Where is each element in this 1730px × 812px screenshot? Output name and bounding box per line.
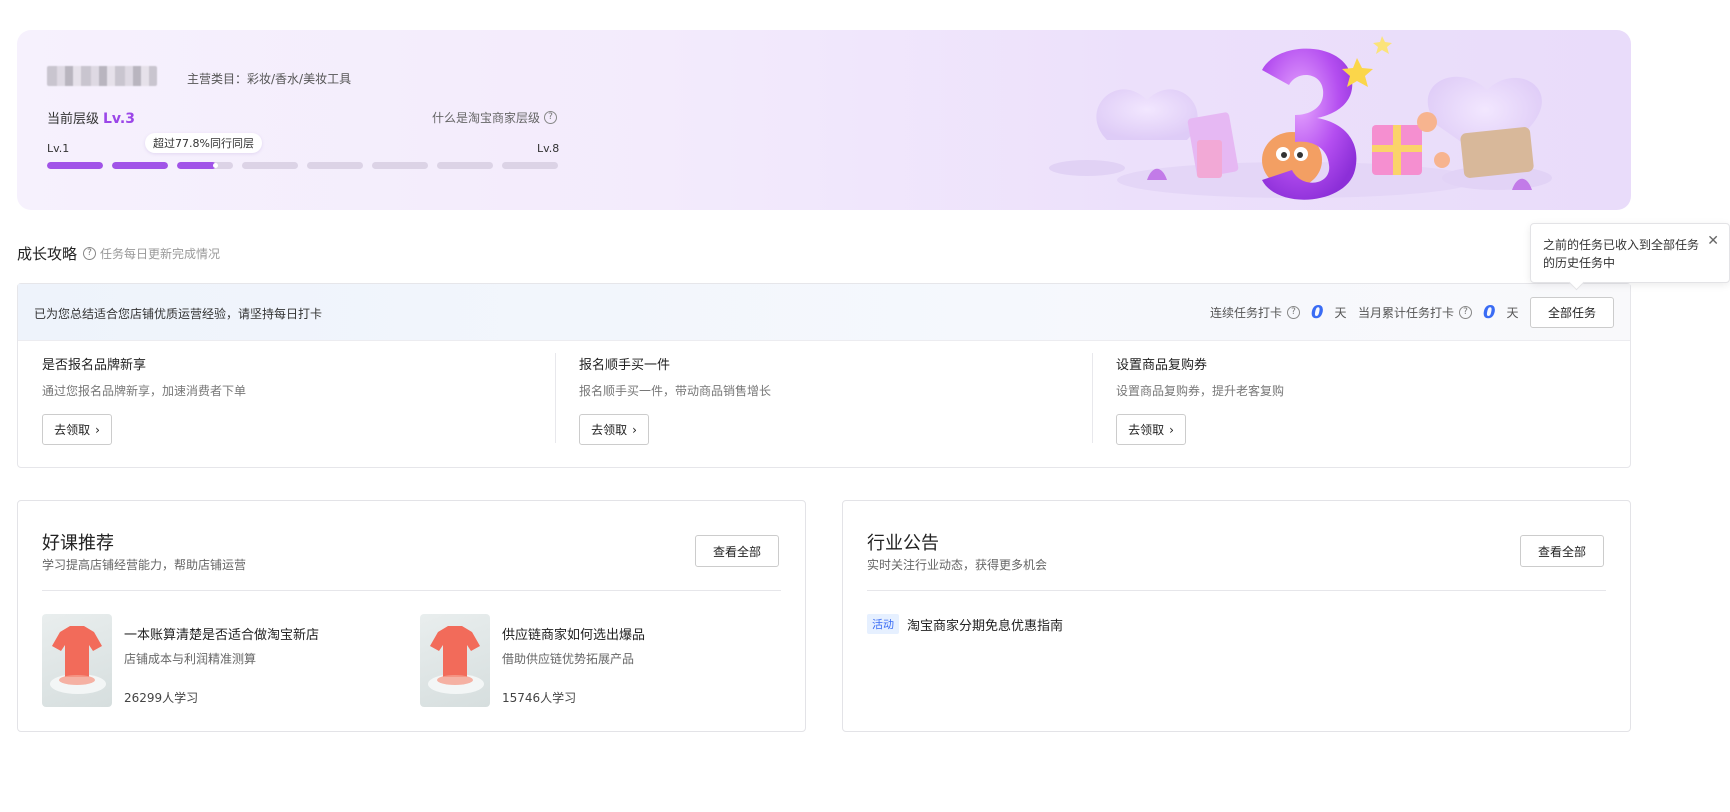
what-is-level-label: 什么是淘宝商家层级 (432, 111, 541, 125)
help-icon[interactable]: ? (83, 247, 97, 260)
chevron-right-icon: › (95, 422, 100, 437)
help-icon[interactable]: ? (1287, 306, 1301, 319)
task-title: 报名顺手买一件 (579, 358, 671, 373)
level-end-label: Lv.8 (537, 142, 560, 155)
growth-title: 成长攻略 (17, 245, 78, 263)
task-list: 是否报名品牌新享 通过您报名品牌新享，加速消费者下单 去领取 › 报名顺手买一件… (18, 341, 1630, 445)
course-thumbnail (42, 614, 112, 707)
progress-segment (242, 162, 298, 169)
task-item: 设置商品复购券 设置商品复购券，提升老客复购 去领取 › (1092, 353, 1629, 445)
month-label: 当月累计任务打卡 (1358, 306, 1455, 320)
growth-section-header: 成长攻略 ? 任务每日更新完成情况 (17, 243, 220, 264)
view-all-announcements-button[interactable]: 查看全部 (1520, 535, 1604, 567)
checkin-hint: 已为您总结适合您店铺优质运营经验，请坚持每日打卡 (34, 307, 323, 321)
course-card-subtitle: 学习提高店铺经营能力，帮助店铺运营 (42, 558, 247, 572)
streak-value: 0 (1311, 302, 1324, 323)
month-unit: 天 (1506, 306, 1519, 320)
task-desc: 报名顺手买一件，带动商品销售增长 (579, 384, 772, 398)
streak-counter: 连续任务打卡 ? 0 天 (1210, 302, 1347, 323)
tshirt-icon (50, 626, 106, 694)
task-title: 设置商品复购券 (1116, 358, 1208, 373)
popover-text: 之前的任务已收入到全部任务的历史任务中 (1543, 238, 1700, 270)
progress-segment (502, 162, 558, 169)
streak-unit: 天 (1334, 306, 1347, 320)
progress-segment (47, 162, 103, 169)
help-icon: ? (544, 111, 558, 124)
task-item: 是否报名品牌新享 通过您报名品牌新享，加速消费者下单 去领取 › (18, 353, 555, 445)
course-desc: 借助供应链优势拓展产品 (502, 652, 635, 666)
level-3-illustration (1049, 36, 1552, 200)
view-all-courses-button[interactable]: 查看全部 (695, 535, 779, 567)
progress-segment (307, 162, 363, 169)
close-icon[interactable]: ✕ (1707, 232, 1719, 250)
month-value: 0 (1483, 302, 1496, 323)
current-level-value: Lv.3 (103, 111, 135, 127)
progress-segment (437, 162, 493, 169)
course-recommend-card: 好课推荐 学习提高店铺经营能力，帮助店铺运营 查看全部 一本账算清楚是否适合做淘… (17, 500, 806, 732)
divider (867, 590, 1606, 591)
announcements-title: 行业公告 (867, 533, 939, 554)
course-title: 一本账算清楚是否适合做淘宝新店 (124, 628, 320, 643)
level-start-label: Lv.1 (47, 142, 70, 155)
claim-button-label: 去领取 (591, 423, 628, 437)
streak-label: 连续任务打卡 (1210, 306, 1283, 320)
course-desc: 店铺成本与利润精准测算 (124, 652, 257, 666)
growth-subtitle: ? 任务每日更新完成情况 (83, 245, 220, 262)
month-counter: 当月累计任务打卡 ? 0 天 (1358, 302, 1519, 323)
industry-announcements-card: 行业公告 实时关注行业动态，获得更多机会 查看全部 活动 淘宝商家分期免息优惠指… (842, 500, 1631, 732)
divider (42, 590, 781, 591)
claim-button[interactable]: 去领取 › (1116, 414, 1186, 445)
course-item[interactable]: 供应链商家如何选出爆品 借助供应链优势拓展产品 15746人学习 (420, 614, 645, 707)
course-learners: 26299人学习 (124, 691, 199, 705)
level-banner: 主营类目：彩妆/香水/美妆工具 当前层级 Lv.3 什么是淘宝商家层级 ? Lv… (17, 30, 1631, 210)
growth-panel-header: 已为您总结适合您店铺优质运营经验，请坚持每日打卡 连续任务打卡 ? 0 天 当月… (18, 284, 1630, 341)
tshirt-icon (428, 626, 484, 694)
main-category: 主营类目：彩妆/香水/美妆工具 (187, 72, 352, 86)
what-is-level-link[interactable]: 什么是淘宝商家层级 ? (432, 109, 558, 126)
progress-segment (372, 162, 428, 169)
announcement-tag: 活动 (867, 614, 899, 634)
growth-subtitle-text: 任务每日更新完成情况 (100, 247, 221, 261)
announcements-subtitle: 实时关注行业动态，获得更多机会 (867, 558, 1048, 572)
peer-percentile-tip: 超过77.8%同行同层 (145, 133, 262, 153)
task-desc: 设置商品复购券，提升老客复购 (1116, 384, 1285, 398)
course-item[interactable]: 一本账算清楚是否适合做淘宝新店 店铺成本与利润精准测算 26299人学习 (42, 614, 319, 707)
task-item: 报名顺手买一件 报名顺手买一件，带动商品销售增长 去领取 › (555, 353, 1092, 445)
announcement-item[interactable]: 活动 淘宝商家分期免息优惠指南 (867, 614, 1063, 634)
claim-button[interactable]: 去领取 › (42, 414, 112, 445)
chevron-right-icon: › (632, 422, 637, 437)
course-card-title: 好课推荐 (42, 533, 114, 554)
current-level-label: 当前层级 (47, 112, 100, 127)
course-thumbnail (420, 614, 490, 707)
help-icon[interactable]: ? (1459, 306, 1473, 319)
level-progress (47, 162, 558, 169)
claim-button-label: 去领取 (54, 423, 91, 437)
chevron-right-icon: › (1169, 422, 1174, 437)
history-tasks-popover: 之前的任务已收入到全部任务的历史任务中 ✕ (1530, 223, 1730, 283)
claim-button[interactable]: 去领取 › (579, 414, 649, 445)
announcement-text: 淘宝商家分期免息优惠指南 (907, 618, 1064, 634)
growth-task-panel: 已为您总结适合您店铺优质运营经验，请坚持每日打卡 连续任务打卡 ? 0 天 当月… (17, 283, 1631, 468)
progress-segment (112, 162, 168, 169)
task-title: 是否报名品牌新享 (42, 358, 147, 373)
shop-name-blurred (47, 66, 157, 86)
current-level: 当前层级 Lv.3 (47, 108, 135, 127)
course-title: 供应链商家如何选出爆品 (502, 628, 646, 643)
progress-segment (177, 162, 233, 169)
course-learners: 15746人学习 (502, 691, 577, 705)
all-tasks-button[interactable]: 全部任务 (1530, 297, 1614, 328)
task-desc: 通过您报名品牌新享，加速消费者下单 (42, 384, 247, 398)
claim-button-label: 去领取 (1128, 423, 1165, 437)
